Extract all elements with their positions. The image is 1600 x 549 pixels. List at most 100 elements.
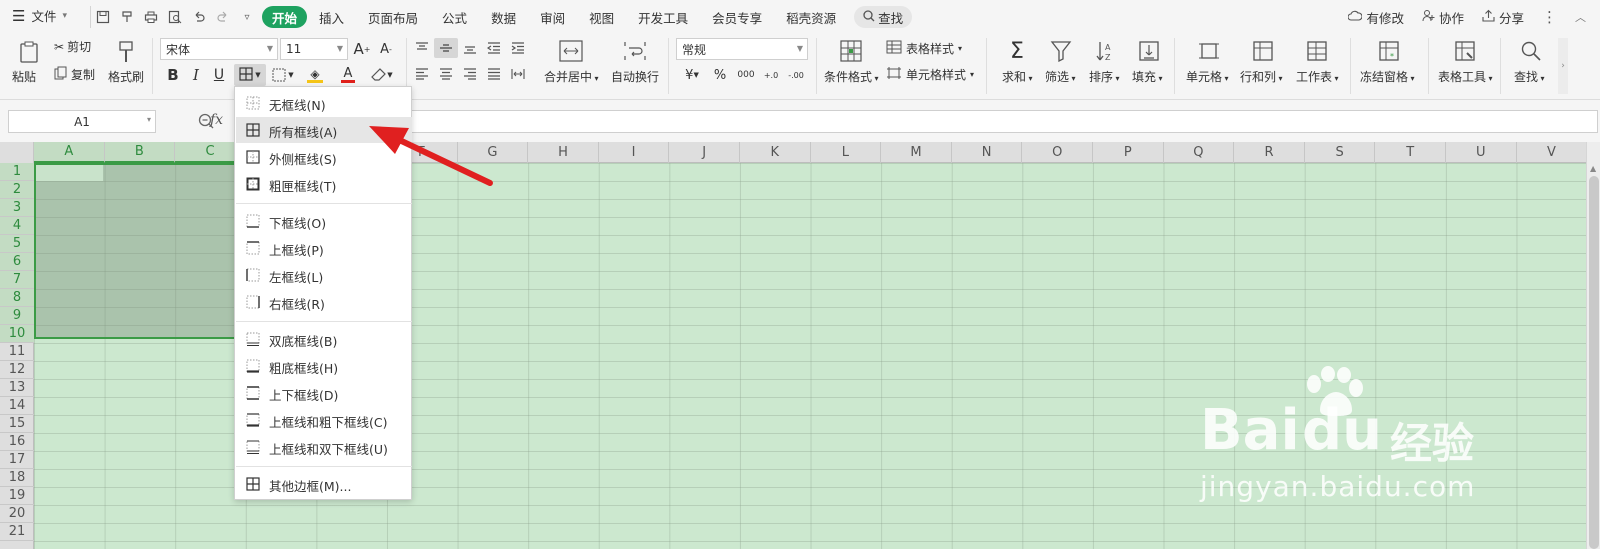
column-header[interactable]: L — [811, 142, 882, 163]
save-icon[interactable] — [92, 6, 114, 28]
align-left-icon[interactable] — [412, 64, 432, 84]
table-style-button[interactable]: 表格样式 ▾ — [886, 40, 962, 57]
paste-button[interactable]: 粘贴 — [12, 68, 36, 85]
increase-decimal-button[interactable]: +.0 — [760, 64, 782, 86]
currency-button[interactable]: ¥ ▼ — [678, 64, 706, 86]
quick-access-dropdown-icon[interactable]: ▿ — [236, 6, 258, 28]
column-header[interactable]: K — [740, 142, 811, 163]
justify-icon[interactable] — [484, 64, 504, 84]
scroll-thumb[interactable] — [1589, 176, 1599, 549]
formula-input[interactable] — [408, 110, 1598, 133]
modified-status[interactable]: 有修改 — [1347, 8, 1404, 27]
file-menu[interactable]: ☰ 文件 ▾ — [12, 6, 67, 25]
freeze-panes-icon[interactable]: * — [1376, 38, 1402, 64]
align-middle-icon[interactable] — [434, 38, 458, 58]
decrease-decimal-button[interactable]: -.00 — [784, 64, 808, 86]
column-header[interactable]: H — [528, 142, 599, 163]
row-header[interactable]: 7 — [0, 271, 34, 289]
percent-button[interactable]: % — [710, 64, 730, 86]
print-icon[interactable] — [140, 6, 162, 28]
cell-style-button[interactable]: 单元格样式 ▾ — [886, 66, 974, 83]
row-col-button[interactable]: 行和列 ▾ — [1240, 68, 1283, 85]
wrap-text-button[interactable]: 自动换行 — [611, 68, 659, 85]
column-header[interactable]: S — [1305, 142, 1376, 163]
collaborate-button[interactable]: 协作 — [1422, 8, 1464, 27]
row-header[interactable]: 19 — [0, 487, 34, 505]
cell-icon[interactable] — [1196, 38, 1222, 64]
column-header[interactable]: Q — [1164, 142, 1235, 163]
increase-indent-icon[interactable] — [508, 38, 528, 58]
border-menu-item[interactable]: 上框线(P) — [236, 235, 412, 261]
wrap-text-icon[interactable] — [622, 38, 648, 64]
column-header[interactable]: U — [1446, 142, 1517, 163]
fill-pattern-icon[interactable]: ▼ — [270, 64, 296, 86]
select-all-corner[interactable] — [0, 142, 34, 163]
decrease-font-icon[interactable]: A- — [376, 38, 396, 60]
merge-center-button[interactable]: 合并居中 ▾ — [544, 68, 599, 85]
cell-button[interactable]: 单元格 ▾ — [1186, 68, 1229, 85]
tab-docer[interactable]: 稻壳资源 — [774, 6, 848, 28]
font-name-select[interactable]: 宋体 ▼ — [160, 38, 278, 60]
worksheet-button[interactable]: 工作表 ▾ — [1296, 68, 1339, 85]
row-header[interactable]: 14 — [0, 397, 34, 415]
clear-format-icon[interactable]: ▼ — [368, 64, 396, 86]
column-header[interactable]: M — [881, 142, 952, 163]
tab-home[interactable]: 开始 — [262, 6, 308, 28]
column-header[interactable]: I — [599, 142, 670, 163]
column-header[interactable]: A — [34, 142, 105, 163]
row-col-icon[interactable] — [1250, 38, 1276, 64]
fill-button[interactable]: 填充 ▾ — [1132, 68, 1163, 85]
column-header[interactable]: O — [1022, 142, 1093, 163]
underline-icon[interactable]: U — [210, 64, 228, 86]
tab-page-layout[interactable]: 页面布局 — [356, 6, 430, 28]
italic-icon[interactable]: I — [188, 64, 204, 86]
table-tools-icon[interactable] — [1452, 38, 1478, 64]
scroll-up-icon[interactable]: ▲ — [1590, 164, 1596, 173]
freeze-panes-button[interactable]: 冻结窗格 ▾ — [1360, 68, 1415, 85]
row-header[interactable]: 13 — [0, 379, 34, 397]
undo-icon[interactable] — [188, 6, 210, 28]
border-menu-item[interactable]: 外侧框线(S) — [236, 144, 412, 170]
border-menu-item[interactable]: 下框线(O) — [236, 208, 412, 234]
row-header[interactable]: 3 — [0, 199, 34, 217]
table-tools-button[interactable]: 表格工具 ▾ — [1438, 68, 1493, 85]
border-menu-item[interactable]: 上下框线(D) — [236, 380, 412, 406]
border-menu-item[interactable]: 粗匣框线(T) — [236, 171, 412, 197]
bold-icon[interactable]: B — [164, 64, 182, 86]
column-header[interactable]: V — [1517, 142, 1588, 163]
row-header[interactable]: 5 — [0, 235, 34, 253]
worksheet-icon[interactable] — [1304, 38, 1330, 64]
collapse-ribbon-icon[interactable]: ︿ — [1575, 9, 1586, 25]
align-center-icon[interactable] — [436, 64, 456, 84]
border-menu-item[interactable]: 右框线(R) — [236, 289, 412, 315]
vertical-scrollbar[interactable]: ▲ — [1586, 142, 1600, 549]
more-options-icon[interactable]: ⋮ — [1542, 8, 1557, 26]
row-header[interactable]: 8 — [0, 289, 34, 307]
sum-button[interactable]: 求和 ▾ — [1002, 68, 1033, 85]
column-header[interactable]: N — [952, 142, 1023, 163]
font-color-button[interactable]: A — [334, 64, 362, 86]
border-menu-item[interactable]: 所有框线(A) — [236, 117, 412, 143]
row-header[interactable]: 6 — [0, 253, 34, 271]
tab-member[interactable]: 会员专享 — [700, 6, 774, 28]
format-painter-button[interactable]: 格式刷 — [108, 68, 144, 85]
align-right-icon[interactable] — [460, 64, 480, 84]
row-header[interactable]: 1 — [0, 163, 34, 181]
row-header[interactable]: 17 — [0, 451, 34, 469]
sort-button[interactable]: 排序 ▾ — [1089, 68, 1120, 85]
format-painter-big-icon[interactable] — [112, 38, 140, 66]
sort-icon[interactable]: AZ — [1092, 38, 1118, 64]
fill-color-button[interactable]: ◈ — [300, 64, 330, 86]
border-menu-item[interactable]: 其他边框(M)... — [236, 471, 412, 497]
row-header[interactable]: 11 — [0, 343, 34, 361]
column-header[interactable]: P — [1093, 142, 1164, 163]
align-top-icon[interactable] — [412, 38, 432, 58]
conditional-format-button[interactable]: 条件格式 ▾ — [824, 68, 879, 85]
filter-button[interactable]: 筛选 ▾ — [1045, 68, 1076, 85]
row-header[interactable]: 10 — [0, 325, 34, 343]
find-icon[interactable] — [1518, 38, 1544, 64]
border-menu-item[interactable]: 粗底框线(H) — [236, 353, 412, 379]
row-header[interactable]: 12 — [0, 361, 34, 379]
border-menu-item[interactable]: 左框线(L) — [236, 262, 412, 288]
name-box[interactable]: A1 ▾ — [8, 110, 156, 133]
